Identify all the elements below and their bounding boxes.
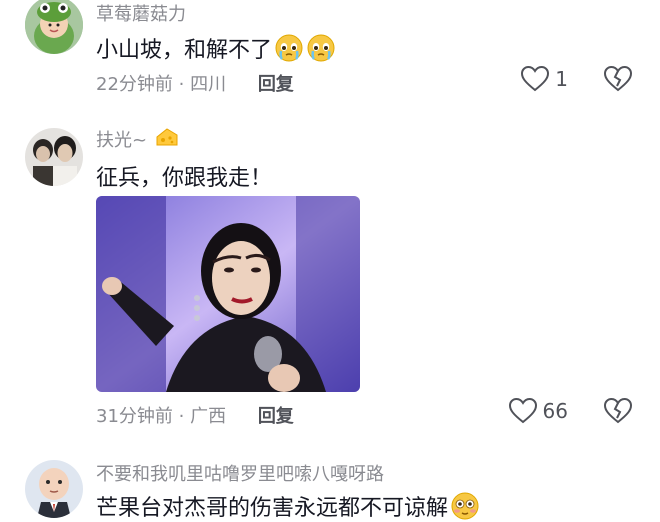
- reply-button[interactable]: 回复: [258, 74, 294, 95]
- comment-location: 四川: [190, 74, 227, 95]
- comment-text-body: 芒果台对杰哥的伤害永远都不可谅解: [96, 496, 449, 521]
- heart-icon: [521, 66, 550, 92]
- meta-separator: ·: [172, 406, 191, 427]
- comment-time: 31分钟前: [96, 406, 173, 427]
- broken-heart-icon: [603, 397, 633, 424]
- avatar[interactable]: [25, 0, 83, 54]
- comment-text: 征兵，你跟我走！: [96, 166, 273, 191]
- heart-icon: [508, 398, 537, 424]
- like-button[interactable]: 1: [521, 66, 568, 92]
- dislike-button[interactable]: [603, 65, 633, 96]
- cheese-icon: [156, 128, 178, 146]
- comment-username[interactable]: 不要和我叽里咕噜罗里吧嗦八嘎呀路: [96, 460, 384, 486]
- comment-image[interactable]: [96, 196, 360, 392]
- like-count: 66: [542, 399, 568, 423]
- singer-photo-image: [96, 196, 360, 392]
- like-button[interactable]: 66: [508, 398, 568, 424]
- comment-text-body: 小山坡，和解不了: [96, 38, 273, 63]
- dislike-button[interactable]: [603, 397, 633, 428]
- avatar-frog-image: [25, 0, 83, 54]
- reply-button[interactable]: 回复: [258, 406, 294, 427]
- comment-username-text: 扶光~: [96, 130, 148, 151]
- meta-separator: ·: [172, 74, 191, 95]
- comment-item: 扶光~ 征兵，你跟我走！ 31分钟前 · 广西 回复 66: [0, 126, 660, 446]
- comment-time: 22分钟前: [96, 74, 173, 95]
- avatar[interactable]: [25, 460, 83, 518]
- comment-text: 小山坡，和解不了: [96, 32, 336, 64]
- flushed-face-emoji-icon: [451, 492, 479, 520]
- broken-heart-icon: [603, 65, 633, 92]
- like-count: 1: [555, 67, 568, 91]
- comment-username[interactable]: 草莓蘑菇力: [96, 0, 186, 26]
- crying-face-emoji-icon: [307, 34, 335, 62]
- comment-username[interactable]: 扶光~: [96, 126, 181, 152]
- avatar[interactable]: [25, 128, 83, 186]
- crying-face-emoji-icon: [275, 34, 303, 62]
- comment-item: 不要和我叽里咕噜罗里吧嗦八嘎呀路 芒果台对杰哥的伤害永远都不可谅解: [0, 458, 660, 522]
- comment-meta: 31分钟前 · 广西 回复: [96, 402, 294, 428]
- avatar-couple-image: [25, 128, 83, 186]
- avatar-baby-boss-image: [25, 460, 83, 518]
- comment-text: 芒果台对杰哥的伤害永远都不可谅解: [96, 490, 480, 522]
- comment-location: 广西: [190, 406, 227, 427]
- comment-meta: 22分钟前 · 四川 回复: [96, 70, 294, 96]
- comment-item: 草莓蘑菇力 小山坡，和解不了 22分钟前 · 四川 回复 1: [0, 0, 660, 110]
